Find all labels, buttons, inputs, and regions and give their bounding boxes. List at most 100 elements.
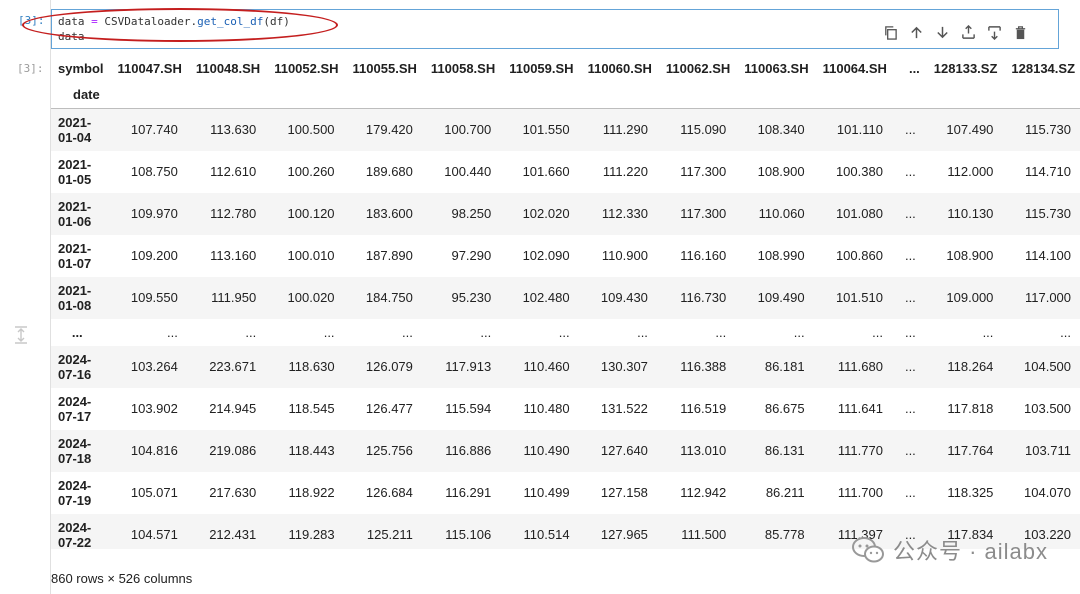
watermark: 公众号 · ailabx	[851, 534, 1048, 566]
table-cell: 108.900	[946, 248, 994, 263]
column-header: 110052.SH	[274, 60, 339, 76]
table-cell: 114.710	[1024, 164, 1072, 179]
index-header-spacer	[815, 81, 894, 109]
collapse-output-icon[interactable]	[13, 326, 29, 344]
table-cell: 130.307	[600, 359, 648, 374]
date-line-1: 2021-	[58, 198, 92, 214]
table-cell: 101.110	[836, 122, 883, 138]
table-cell: 114.100	[1024, 248, 1072, 263]
row-index-date: 2024- 07-16	[51, 346, 111, 388]
table-cell: 111.500	[681, 527, 727, 542]
table-cell: 113.630	[210, 122, 257, 138]
table-cell: 117.300	[680, 206, 727, 221]
columns-name: symbol	[58, 60, 104, 76]
table-cell: 103.264	[130, 359, 178, 374]
annotation-ellipse	[22, 8, 338, 42]
table-cell: 117.764	[947, 443, 994, 458]
table-cell: ...	[982, 324, 994, 340]
row-index-date: 2021- 01-04	[51, 109, 111, 151]
move-up-icon[interactable]	[906, 22, 926, 42]
table-cell: 112.780	[210, 206, 257, 221]
table-cell: 113.010	[680, 443, 727, 458]
row-index-date: 2024- 07-18	[51, 430, 111, 472]
table-cell: 117.000	[1024, 290, 1072, 305]
date-line-2: 07-22	[58, 534, 92, 550]
table-cell: 111.680	[837, 359, 883, 374]
table-cell: 100.380	[835, 164, 883, 179]
table-cell: 115.730	[1024, 206, 1072, 221]
insert-below-icon[interactable]	[984, 22, 1004, 42]
table-cell: 95.230	[451, 290, 492, 305]
table-row: 2024- 07-17 103.902 214.945 118.545 126.477 11…	[51, 388, 1080, 430]
table-cell: 108.990	[757, 248, 805, 263]
delete-icon[interactable]	[1010, 22, 1030, 42]
table-cell: 102.020	[522, 206, 570, 221]
date-line-1: 2024-	[58, 351, 92, 367]
column-header: 128134.SZ	[1011, 60, 1076, 76]
table-cell: 119.283	[288, 527, 335, 542]
date-line-2: 07-18	[58, 450, 92, 466]
wechat-icon	[851, 537, 884, 563]
table-cell: 100.860	[835, 248, 883, 263]
table-cell: 117.913	[445, 359, 492, 374]
table-cell: 109.000	[946, 290, 994, 305]
table-cell: 101.080	[835, 206, 883, 221]
table-cell: 117.300	[680, 164, 727, 179]
table-cell: 100.020	[287, 290, 335, 305]
index-header-spacer	[188, 81, 268, 109]
date-line-2: 07-17	[58, 408, 92, 424]
table-cell: ...	[904, 122, 916, 138]
table-cell: 111.700	[837, 485, 883, 500]
output-prompt: [3]:	[17, 62, 44, 75]
date-line-1: 2024-	[58, 519, 92, 535]
table-cell: 214.945	[209, 401, 257, 416]
watermark-text: 公众号 · ailabx	[892, 539, 1048, 564]
table-cell: ...	[245, 324, 257, 340]
column-header: 128133.SZ	[933, 60, 998, 76]
table-cell: 110.900	[601, 248, 648, 263]
table-cell: ...	[715, 324, 727, 340]
table-cell: ...	[904, 206, 916, 221]
copy-icon[interactable]	[880, 22, 900, 42]
table-cell: 108.750	[130, 164, 178, 179]
date-line-1: ...	[71, 324, 83, 340]
table-cell: 98.250	[451, 206, 492, 221]
table-cell: ...	[167, 324, 178, 340]
table-cell: 118.545	[288, 401, 335, 416]
table-cell: ...	[904, 164, 916, 179]
table-cell: 131.522	[600, 401, 648, 416]
table-cell: 116.160	[680, 248, 727, 263]
table-cell: 103.902	[130, 401, 178, 416]
table-cell: ...	[904, 401, 916, 416]
move-down-icon[interactable]	[932, 22, 952, 42]
table-cell: 184.750	[365, 290, 413, 305]
table-cell: 112.330	[601, 206, 648, 221]
table-cell: 110.499	[523, 485, 570, 500]
table-cell: 118.443	[288, 443, 335, 458]
insert-above-icon[interactable]	[958, 22, 978, 42]
table-row: 2021- 01-04 107.740 113.630 100.500 179.420 10…	[51, 108, 1080, 151]
table-cell: 116.291	[445, 485, 492, 500]
table-cell: 105.071	[130, 485, 178, 500]
table-row: 2021- 01-06 109.970 112.780 100.120 183.600 98…	[51, 192, 1080, 235]
table-cell: ...	[558, 324, 570, 340]
table-cell: 126.079	[365, 359, 413, 374]
index-name: date	[51, 81, 111, 109]
table-cell: 111.290	[602, 122, 648, 138]
table-cell: ...	[904, 359, 916, 374]
date-line-1: 2021-	[58, 114, 92, 130]
table-cell: 101.510	[835, 290, 883, 305]
date-line-2: 01-06	[58, 213, 92, 229]
table-cell: 112.000	[947, 164, 994, 179]
date-line-2: 01-04	[58, 129, 92, 145]
table-cell: ...	[872, 324, 883, 340]
table-cell: 107.740	[130, 122, 178, 138]
date-line-2: 01-07	[58, 255, 92, 271]
table-cell: 183.600	[365, 206, 413, 221]
table-cell: 102.090	[522, 248, 570, 263]
table-cell: 109.970	[130, 206, 178, 221]
table-cell: 100.120	[287, 206, 335, 221]
row-index-date: 2024- 07-19	[51, 472, 111, 514]
table-row: 2024- 07-18 104.816 219.086 118.443 125.756 11…	[51, 429, 1080, 472]
table-cell: ...	[904, 443, 916, 458]
